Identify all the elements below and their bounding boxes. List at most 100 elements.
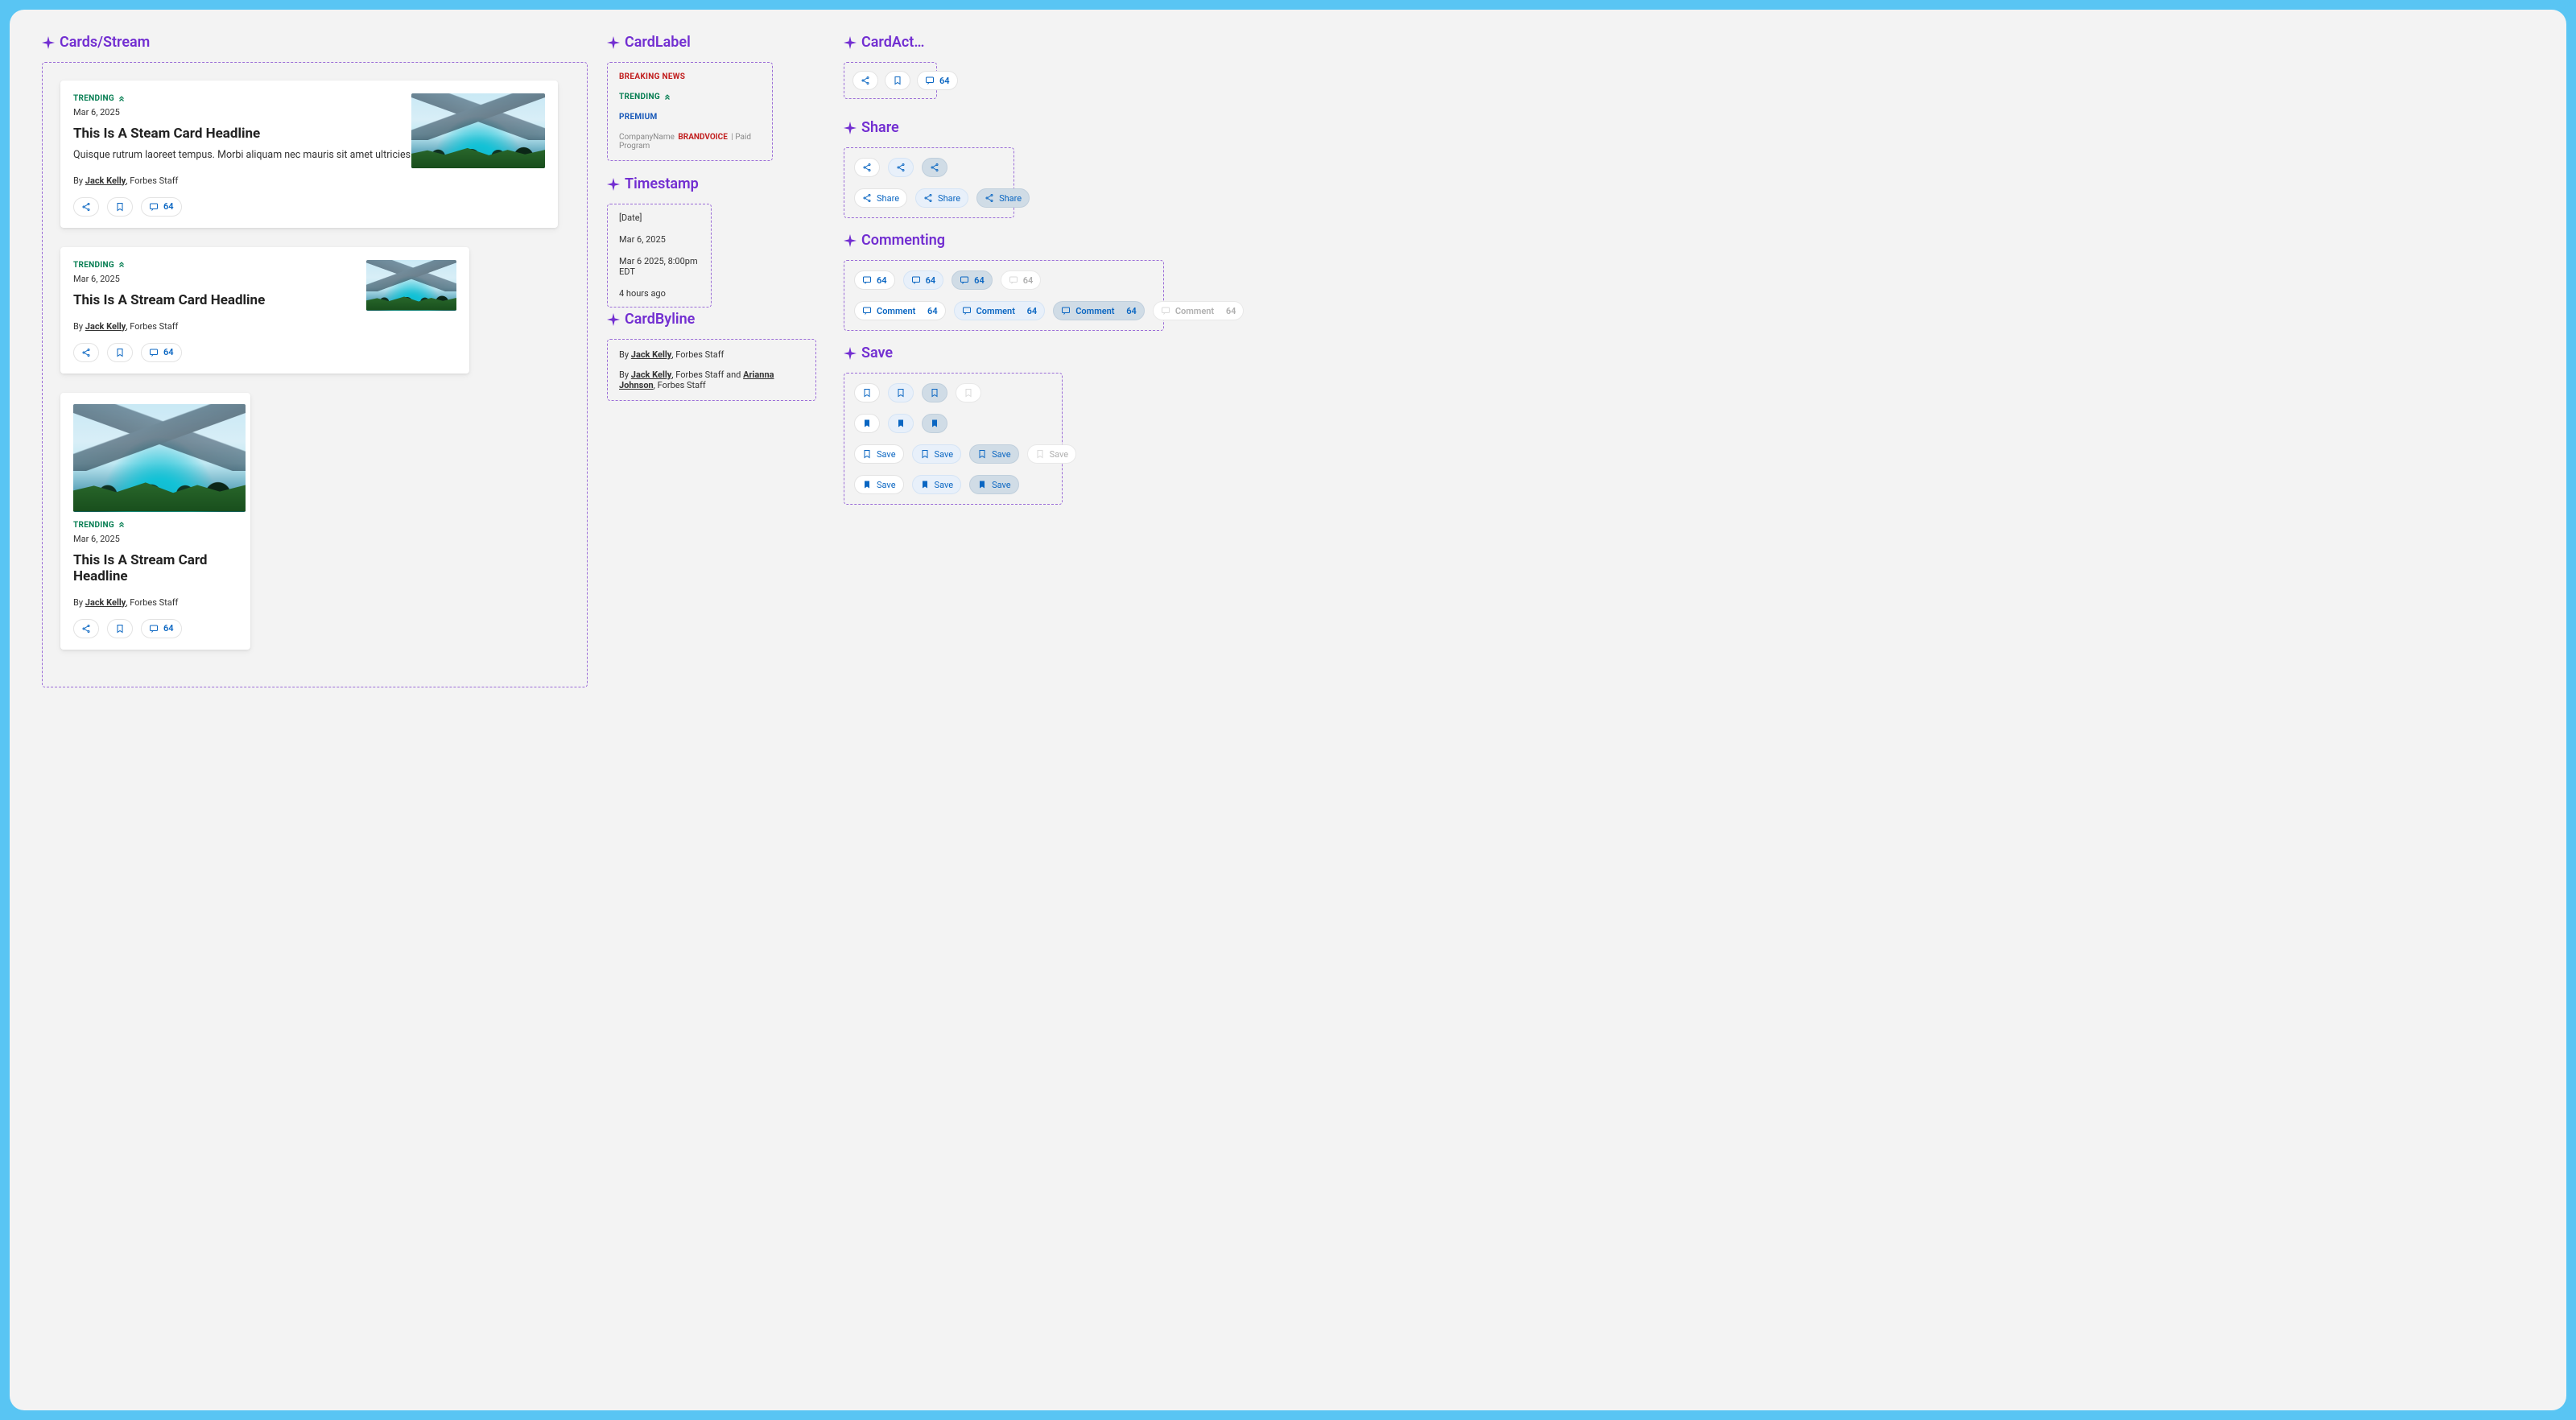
stream-card[interactable]: TRENDING Mar 6, 2025 This Is A Stream Ca… <box>60 247 469 374</box>
stream-card[interactable]: TRENDING Mar 6, 2025 This Is A Steam Car… <box>60 80 558 228</box>
stream-card[interactable]: TRENDING Mar 6, 2025 This Is A Stream Ca… <box>60 393 250 650</box>
bookmark-icon <box>115 202 125 212</box>
author-link[interactable]: Jack Kelly <box>85 175 126 186</box>
share-icon <box>862 193 872 203</box>
comment-button-default-label[interactable]: Comment 64 <box>854 301 946 320</box>
comment-icon <box>960 275 969 285</box>
byline-multi: By Jack Kelly, Forbes Staff and Arianna … <box>619 369 804 390</box>
save-button-disabled <box>956 383 981 402</box>
comment-button[interactable]: 64 <box>141 197 182 217</box>
comment-button-active[interactable]: 64 <box>952 270 993 290</box>
card-image <box>411 93 545 168</box>
comment-button-hover[interactable]: 64 <box>903 270 944 290</box>
card-actions: 64 <box>73 619 237 638</box>
diamond-icon <box>607 178 620 191</box>
save-button-saved-active-label[interactable]: Save <box>969 475 1019 494</box>
comment-button-hover-label[interactable]: Comment 64 <box>954 301 1046 320</box>
section-title-save: Save <box>844 345 1063 361</box>
share-button-active[interactable] <box>922 158 947 177</box>
save-button[interactable] <box>107 197 133 217</box>
share-button[interactable] <box>73 197 99 217</box>
save-button[interactable] <box>107 343 133 362</box>
share-icon <box>862 163 872 172</box>
share-icon <box>861 76 870 85</box>
bookmark-icon <box>115 348 125 357</box>
diamond-icon <box>607 313 620 326</box>
canvas: Cards/Stream TRENDING Mar 6, 2025 This I… <box>10 10 2566 1410</box>
save-button[interactable] <box>885 71 910 90</box>
bookmark-icon <box>1035 449 1045 459</box>
author-link[interactable]: Jack Kelly <box>85 321 126 332</box>
cardlabel-box: BREAKING NEWS TRENDING PREMIUM CompanyNa… <box>607 62 773 161</box>
share-icon <box>81 348 91 357</box>
comment-button[interactable]: 64 <box>141 343 182 362</box>
section-title-share: Share <box>844 119 1014 136</box>
share-icon <box>930 163 939 172</box>
save-button-saved-active[interactable] <box>922 414 947 433</box>
bookmark-icon <box>115 624 125 634</box>
comment-button-default[interactable]: 64 <box>854 270 895 290</box>
card-date: Mar 6, 2025 <box>73 534 237 544</box>
comment-icon <box>1009 275 1018 285</box>
author-link[interactable]: Jack Kelly <box>631 369 672 380</box>
card-image <box>73 404 246 512</box>
label-trending: TRENDING <box>619 93 761 101</box>
diamond-icon <box>844 234 857 247</box>
share-icon <box>896 163 906 172</box>
save-button-saved-hover-label[interactable]: Save <box>912 475 962 494</box>
bookmark-icon <box>964 388 973 398</box>
bookmark-filled-icon <box>896 419 906 428</box>
chevrons-up-icon <box>118 261 126 269</box>
card-headline[interactable]: This Is A Stream Card Headline <box>73 552 237 584</box>
section-share: Share Share Share Share <box>844 119 1014 218</box>
share-button[interactable] <box>852 71 878 90</box>
share-button-default-label[interactable]: Share <box>854 188 907 208</box>
section-title-cardactions: CardActions <box>844 34 927 51</box>
save-button-saved-hover[interactable] <box>888 414 914 433</box>
comment-button[interactable]: 64 <box>917 71 958 90</box>
label-brandvoice: CompanyName BRANDVOICE | Paid Program <box>619 133 761 151</box>
section-title-cardbyline: CardByline <box>607 311 816 328</box>
comment-button-active-label[interactable]: Comment 64 <box>1053 301 1145 320</box>
comment-button[interactable]: 64 <box>141 619 182 638</box>
bookmark-icon <box>977 449 987 459</box>
comment-icon <box>149 202 159 212</box>
save-button-active-label[interactable]: Save <box>969 444 1019 464</box>
section-title-cards-stream: Cards/Stream <box>42 34 588 51</box>
share-button[interactable] <box>73 343 99 362</box>
author-link[interactable]: Jack Kelly <box>631 349 672 360</box>
section-cardlabel: CardLabel BREAKING NEWS TRENDING PREMIUM… <box>607 34 773 161</box>
diamond-icon <box>844 122 857 134</box>
share-icon <box>81 624 91 634</box>
bookmark-icon <box>862 388 872 398</box>
bookmark-filled-icon <box>862 480 872 489</box>
bookmark-icon <box>896 388 906 398</box>
share-icon <box>81 202 91 212</box>
comment-icon <box>1061 306 1071 316</box>
save-button-saved-default[interactable] <box>854 414 880 433</box>
share-button-default[interactable] <box>854 158 880 177</box>
card-label-trending: TRENDING <box>73 521 126 530</box>
save-button-active[interactable] <box>922 383 947 402</box>
save-button-saved-default-label[interactable]: Save <box>854 475 904 494</box>
save-button[interactable] <box>107 619 133 638</box>
author-link[interactable]: Jack Kelly <box>85 597 126 608</box>
share-button-active-label[interactable]: Share <box>976 188 1030 208</box>
cards-stream-box: TRENDING Mar 6, 2025 This Is A Steam Car… <box>42 62 588 687</box>
save-button-default-label[interactable]: Save <box>854 444 904 464</box>
save-button-default[interactable] <box>854 383 880 402</box>
bookmark-icon <box>893 76 902 85</box>
share-button-hover[interactable] <box>888 158 914 177</box>
cardactions-box: 64 <box>844 62 937 99</box>
share-button[interactable] <box>73 619 99 638</box>
timestamp-short: Mar 6, 2025 <box>619 234 700 245</box>
label-premium: PREMIUM <box>619 113 761 122</box>
save-button-hover[interactable] <box>888 383 914 402</box>
bookmark-filled-icon <box>930 419 939 428</box>
share-button-hover-label[interactable]: Share <box>915 188 968 208</box>
section-title-timestamp: Timestamp <box>607 175 712 192</box>
comment-button-disabled: 64 <box>1001 270 1042 290</box>
timestamp-box: [Date] Mar 6, 2025 Mar 6 2025, 8:00pm ED… <box>607 204 712 308</box>
save-button-hover-label[interactable]: Save <box>912 444 962 464</box>
diamond-icon <box>42 36 55 49</box>
